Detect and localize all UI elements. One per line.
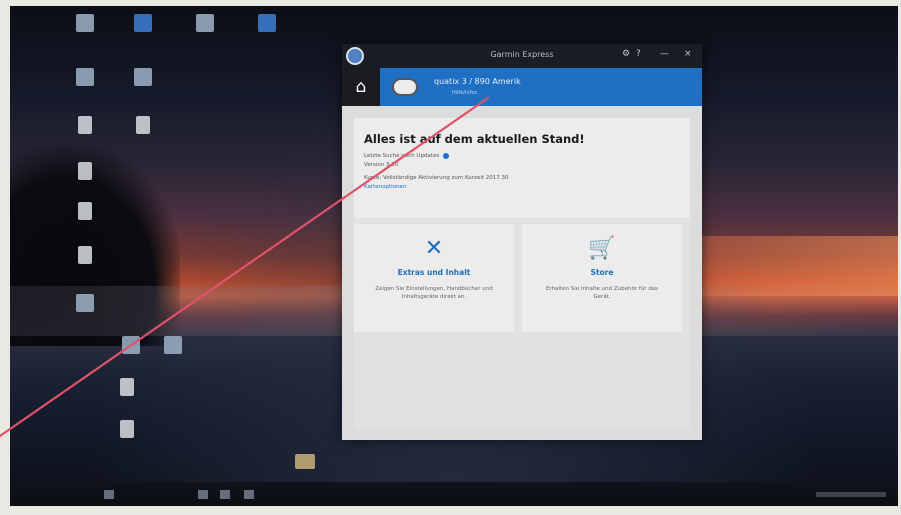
app-icon	[196, 14, 214, 32]
main-content: Alles ist auf dem aktuellen Stand! Letzt…	[354, 118, 690, 430]
help-icon[interactable]: ?	[636, 49, 641, 59]
tools-icon: ✕	[424, 236, 444, 261]
cart-icon: 🛒	[588, 236, 616, 261]
taskbar-folder-icon[interactable]	[198, 490, 208, 499]
tile-store-title: Store	[590, 268, 614, 277]
tile-store[interactable]: 🛒 Store Erhalten Sie Inhalte und Zubehör…	[522, 224, 682, 332]
desktop-shortcut[interactable]	[50, 202, 120, 223]
tile-store-desc: Erhalten Sie Inhalte und Zubehör für das…	[545, 286, 659, 300]
window-title: Garmin Express	[490, 50, 554, 59]
desktop-shortcut[interactable]	[232, 14, 302, 35]
map-options-link[interactable]: Kartenoptionen	[364, 183, 680, 192]
device-subtitle[interactable]: Hilfe/Infos	[452, 90, 477, 96]
taskbar-garmin-icon[interactable]	[244, 490, 254, 499]
taskbar-app-icon[interactable]	[220, 490, 230, 499]
window-titlebar[interactable]: Garmin Express ⚙ ? — ×	[342, 44, 702, 68]
desktop-shortcut[interactable]	[108, 116, 178, 137]
document-icon	[136, 116, 150, 134]
app-icon	[134, 68, 152, 86]
document-icon	[78, 162, 92, 180]
close-button[interactable]: ×	[684, 49, 692, 59]
version-text: Version 3.20	[364, 162, 399, 168]
tile-extras-desc: Zeigen Sie Einstellungen, Handbücher und…	[375, 286, 493, 300]
content-bottom-area	[354, 338, 690, 430]
info-icon[interactable]	[442, 152, 449, 159]
desktop-shortcut[interactable]	[92, 378, 162, 399]
status-title: Alles ist auf dem aktuellen Stand!	[364, 132, 585, 146]
last-check-text: Letzte Suche nach Updates	[364, 153, 440, 159]
device-thumbnail[interactable]	[392, 78, 418, 96]
settings-icon[interactable]: ⚙	[622, 49, 630, 59]
minimize-button[interactable]: —	[660, 49, 669, 59]
device-navbar: ⌂ quatix 3 / 890 Amerik Hilfe/Infos	[342, 68, 702, 106]
tile-extras[interactable]: ✕ Extras und Inhalt Zeigen Sie Einstellu…	[354, 224, 514, 332]
app-icon	[134, 14, 152, 32]
desktop-screen: Garmin Express ⚙ ? — × ⌂ quatix 3 / 890 …	[10, 6, 898, 506]
map-update-text: Kurze: Vollständige Aktivierung zum Kurz…	[364, 175, 509, 181]
document-icon	[120, 420, 134, 438]
garmin-express-window: Garmin Express ⚙ ? — × ⌂ quatix 3 / 890 …	[342, 44, 702, 440]
app-icon	[164, 336, 182, 354]
desktop-shortcut[interactable]	[108, 14, 178, 35]
tile-extras-title: Extras und Inhalt	[397, 268, 471, 277]
app-icon	[76, 68, 94, 86]
desktop-shortcut[interactable]	[270, 454, 340, 472]
document-icon	[78, 202, 92, 220]
start-icon[interactable]	[104, 490, 114, 499]
desktop-shortcut[interactable]	[50, 294, 120, 315]
desktop-shortcut[interactable]	[170, 14, 240, 35]
taskbar	[10, 482, 898, 506]
desktop-shortcut[interactable]	[50, 246, 120, 267]
app-icon	[76, 294, 94, 312]
update-status-panel: Alles ist auf dem aktuellen Stand! Letzt…	[354, 118, 690, 218]
desktop-shortcut[interactable]	[92, 420, 162, 441]
folder-icon	[295, 454, 315, 469]
app-icon	[76, 14, 94, 32]
system-tray[interactable]	[816, 492, 886, 497]
desktop-shortcut[interactable]	[108, 68, 178, 89]
home-button[interactable]: ⌂	[342, 68, 380, 106]
app-icon	[258, 14, 276, 32]
desktop-shortcut[interactable]	[50, 162, 120, 183]
document-icon	[78, 116, 92, 134]
device-name[interactable]: quatix 3 / 890 Amerik	[434, 77, 521, 86]
document-icon	[120, 378, 134, 396]
desktop-shortcut[interactable]	[138, 336, 208, 357]
document-icon	[78, 246, 92, 264]
